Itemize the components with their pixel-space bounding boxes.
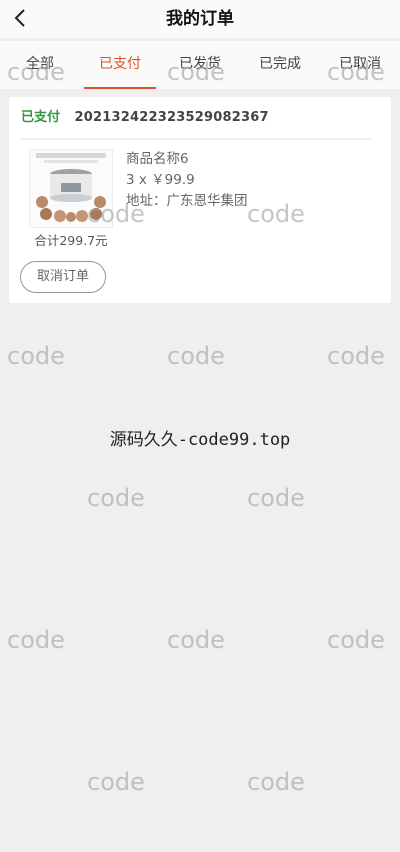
product-image[interactable]	[29, 149, 113, 228]
site-footer-text: 源码久久-code99.top	[109, 430, 291, 450]
watermark: code	[327, 342, 385, 370]
watermark: code	[327, 626, 385, 654]
shipping-address: 地址：广东恩华集团	[126, 193, 248, 209]
tab-paid[interactable]: 已支付	[80, 41, 160, 89]
cancel-order-button[interactable]: 取消订单	[20, 261, 106, 293]
watermark: code	[87, 484, 145, 512]
product-quantity-price: 3 x ￥99.9	[126, 172, 195, 188]
watermark: code	[7, 342, 65, 370]
tab-cancelled[interactable]: 已取消	[320, 41, 400, 89]
watermark: code	[7, 626, 65, 654]
order-header: 已支付 2021324223235290823​67	[21, 107, 269, 129]
divider	[21, 138, 371, 140]
active-tab-indicator	[84, 87, 156, 89]
tab-completed[interactable]: 已完成	[240, 41, 320, 89]
order-tabs: 全部 已支付 已发货 已完成 已取消	[0, 41, 400, 89]
watermark: code	[247, 768, 305, 796]
order-total: 合计299.7元	[34, 233, 108, 248]
tab-all[interactable]: 全部	[0, 41, 80, 89]
top-bar: 我的订单	[0, 0, 400, 38]
watermark: code	[167, 342, 225, 370]
watermark: code	[167, 626, 225, 654]
watermark: code	[247, 484, 305, 512]
page-title: 我的订单	[166, 9, 234, 29]
product-name: 商品名称6	[126, 151, 189, 167]
order-card[interactable]: 已支付 2021324223235290823​67 合计299.7元 商品名称…	[9, 97, 391, 303]
watermark: code	[87, 768, 145, 796]
order-number: 2021324223235290823​67	[74, 110, 269, 125]
order-status: 已支付	[21, 110, 61, 125]
product-info: 商品名称6 3 x ￥99.9 地址：广东恩华集团	[126, 149, 248, 212]
tab-shipped[interactable]: 已发货	[160, 41, 240, 89]
